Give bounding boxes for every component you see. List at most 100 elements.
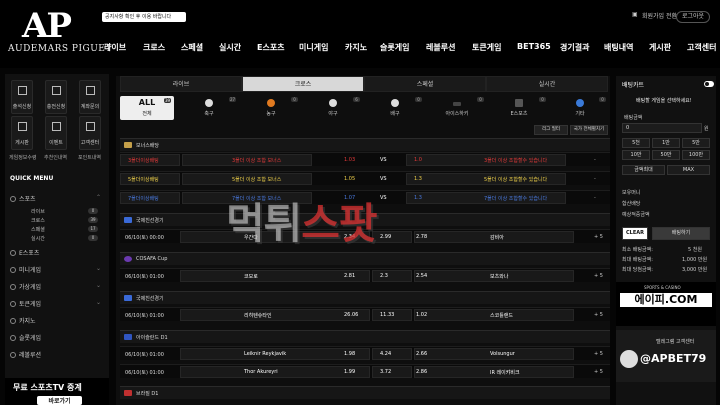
category-soccer[interactable]: 축구 27	[178, 96, 240, 120]
account-inquiry-button[interactable]: 계좌문의	[79, 80, 101, 114]
menu-esports[interactable]: E스포츠	[10, 248, 39, 257]
soccer-icon	[10, 196, 16, 202]
max-button[interactable]: MAX	[667, 165, 710, 175]
expand-all-button[interactable]: 국가 전체펼치기	[570, 125, 608, 135]
telegram-banner[interactable]: 텔레그램 고객센터 @APBET79	[616, 330, 716, 382]
nav-minigame[interactable]: 미니게임	[299, 42, 328, 53]
home-odds-button[interactable]	[180, 270, 370, 282]
tv-banner-button[interactable]: 바로가기	[37, 396, 82, 405]
match-row[interactable]: 06/10(토) 01:00 Leiknir Reykjavik 1.98 4.24 2…	[120, 346, 610, 360]
sub-cross[interactable]: 크로스	[31, 217, 45, 224]
away-team: 감비아	[490, 235, 504, 241]
nav-realtime[interactable]: 실시간	[219, 42, 241, 53]
more-markets-button[interactable]: + 5	[594, 273, 603, 279]
league-header[interactable]: 보너스배당	[120, 138, 610, 151]
sub-special[interactable]: 스페셜	[31, 226, 45, 233]
category-baseball[interactable]: 야구 6	[302, 96, 364, 120]
league-header[interactable]: 브라질 D1	[120, 386, 610, 399]
menu-casino[interactable]: 카지노	[10, 316, 36, 325]
nav-slot[interactable]: 슬롯게임	[380, 42, 409, 53]
max-bet-value: 1,000 만원	[682, 257, 708, 263]
event-button[interactable]: 이벤트	[45, 116, 67, 150]
bonus-row[interactable]: 5폴더이상배팅 5폴더 이상 조합 보너스 1.05 VS 1.3 5폴더 이상 조합할수…	[120, 171, 610, 185]
token-icon	[10, 301, 16, 307]
quick-50k[interactable]: 5만	[682, 138, 710, 148]
clear-button[interactable]: CLEAR	[622, 227, 648, 240]
league-header[interactable]: COSAFA Cup	[120, 252, 610, 265]
menu-revolution[interactable]: 레볼루션	[10, 350, 41, 359]
more-markets-button[interactable]: + 5	[594, 312, 603, 318]
quick-100k[interactable]: 10만	[622, 150, 650, 160]
league-header[interactable]: 아이슬란드 D1	[120, 330, 610, 343]
tab-special[interactable]: 스페셜	[364, 76, 486, 92]
place-bet-button[interactable]: 배팅하기	[652, 227, 710, 240]
draw-odds-button[interactable]	[372, 231, 412, 243]
more-markets-button[interactable]: + 5	[594, 234, 603, 240]
draw-odds-button[interactable]	[372, 348, 412, 360]
nav-support[interactable]: 고객센터	[687, 42, 720, 53]
nav-live[interactable]: 라이브	[104, 42, 126, 53]
league-header[interactable]: 국제친선경기	[120, 291, 610, 304]
logout-button[interactable]: 로그아웃	[676, 11, 710, 23]
nav-history[interactable]: 배팅내역	[604, 42, 633, 53]
amount-max-button[interactable]: 금액최대	[622, 165, 665, 175]
points-link[interactable]: 포인트내역	[78, 154, 101, 161]
logo[interactable]: AP	[22, 6, 72, 46]
match-row[interactable]: 06/10(토) 01:00 리히텐슈타인 26.06 11.33 1.02 스코틀랜드 +…	[120, 307, 610, 321]
menu-token[interactable]: 토큰게임 ⌄	[10, 299, 101, 308]
away-team: 보츠와나	[490, 274, 509, 280]
home-team: Thor Akureyri	[244, 369, 278, 375]
site-banner[interactable]: SPORTS & CASINO 에이피.COM	[616, 282, 716, 326]
menu-virtual[interactable]: 가상게임 ⌄	[10, 282, 101, 291]
quick-1m[interactable]: 100만	[682, 150, 710, 160]
nav-special[interactable]: 스페셜	[181, 42, 203, 53]
category-volleyball[interactable]: 배구 0	[364, 96, 426, 120]
quick-500k[interactable]: 50만	[652, 150, 680, 160]
quick-menu-title: QUICK MENU	[10, 175, 54, 182]
referral-link[interactable]: 추천인내역	[44, 154, 67, 161]
category-etc[interactable]: 기타 0	[550, 96, 610, 120]
nav-cross[interactable]: 크로스	[143, 42, 165, 53]
quick-10k[interactable]: 1만	[652, 138, 680, 148]
support-button[interactable]: 고객센터	[79, 116, 101, 150]
match-row[interactable]: 06/10(토) 01:00 코모로 2.81 2.3 2.54 보츠와나 + 5	[120, 268, 610, 282]
tab-live[interactable]: 라이브	[120, 76, 242, 92]
menu-minigame[interactable]: 미니게임 ⌄	[10, 265, 101, 274]
attendance-button[interactable]: 출석신청	[11, 80, 33, 114]
draw-odds-button[interactable]	[372, 270, 412, 282]
tab-realtime[interactable]: 실시간	[486, 76, 608, 92]
bonus-row[interactable]: 3폴더이상배팅 3폴더 이상 조합 보너스 1.03 VS 1.0 3폴더 이상 조합할수…	[120, 152, 610, 166]
category-hockey[interactable]: 아이스하키 0	[426, 96, 488, 120]
more-markets-button[interactable]: + 5	[594, 351, 603, 357]
nav-esports[interactable]: E스포츠	[257, 42, 285, 53]
nav-casino[interactable]: 카지노	[345, 42, 367, 53]
category-all[interactable]: ALL 전체 39	[120, 96, 174, 120]
game-info-link[interactable]: 게임정보수령	[9, 154, 37, 161]
draw-odds-button[interactable]	[372, 366, 412, 378]
menu-slot[interactable]: 슬롯게임	[10, 333, 41, 342]
nav-token[interactable]: 토큰게임	[472, 42, 501, 53]
user-link[interactable]: 회원가입 전환	[642, 11, 677, 20]
sub-live[interactable]: 라이브	[31, 208, 45, 215]
bonus-left: 5폴더이상배팅	[128, 177, 159, 183]
tv-banner[interactable]: 무료 스포츠TV 중계 바로가기	[5, 378, 109, 405]
board-button[interactable]: 게시판	[11, 116, 33, 150]
more-markets-button[interactable]: + 5	[594, 369, 603, 375]
league-filter-button[interactable]: 리그 필터	[534, 125, 568, 135]
home-odds-button[interactable]	[180, 309, 370, 321]
nav-results[interactable]: 경기결과	[560, 42, 589, 53]
cart-toggle[interactable]	[704, 81, 714, 87]
tab-cross[interactable]: 크로스	[242, 76, 364, 92]
match-row[interactable]: 06/10(토) 01:00 Thor Akureyri 1.99 3.72 2.86 I…	[120, 364, 610, 378]
flag-brazil-icon	[124, 390, 132, 396]
quick-5k[interactable]: 5천	[622, 138, 650, 148]
nav-bet365[interactable]: BET365	[517, 42, 551, 51]
nav-board[interactable]: 게시판	[649, 42, 671, 53]
deposit-button[interactable]: 충전신청	[45, 80, 67, 114]
nav-revolution[interactable]: 레볼루션	[426, 42, 455, 53]
bet-amount-input[interactable]: 0	[622, 123, 702, 133]
menu-sports[interactable]: 스포츠 ⌃	[10, 194, 101, 203]
category-esports[interactable]: E스포츠 0	[488, 96, 550, 120]
sub-realtime[interactable]: 실시간	[31, 235, 45, 242]
category-basketball[interactable]: 농구 0	[240, 96, 302, 120]
